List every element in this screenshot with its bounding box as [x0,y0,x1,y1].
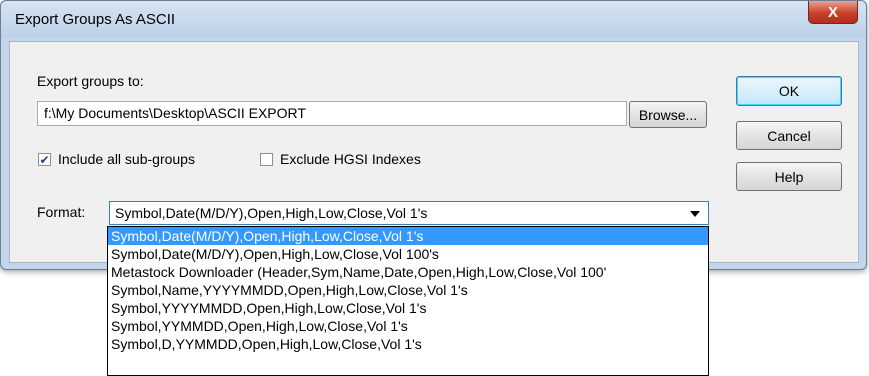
cancel-button[interactable]: Cancel [736,121,842,150]
format-option[interactable]: Symbol,Date(M/D/Y),Open,High,Low,Close,V… [108,227,708,245]
help-button[interactable]: Help [736,162,842,191]
exclude-hgsi-checkbox[interactable] [260,153,273,166]
format-selected-value: Symbol,Date(M/D/Y),Open,High,Low,Close,V… [115,205,428,221]
format-select[interactable]: Symbol,Date(M/D/Y),Open,High,Low,Close,V… [109,201,709,225]
format-dropdown-list[interactable]: Symbol,Date(M/D/Y),Open,High,Low,Close,V… [107,226,709,376]
format-option[interactable]: Symbol,D,YYMMDD,Open,High,Low,Close,Vol … [108,335,708,353]
export-groups-label: Export groups to: [37,73,144,89]
format-label: Format: [37,204,86,220]
dialog-title: Export Groups As ASCII [15,11,176,28]
chevron-down-icon[interactable] [690,211,700,217]
exclude-hgsi-label: Exclude HGSI Indexes [280,151,421,167]
ok-button[interactable]: OK [736,76,842,106]
format-option[interactable]: Symbol,YYYYMMDD,Open,High,Low,Close,Vol … [108,299,708,317]
close-icon[interactable]: X [808,1,858,24]
format-option[interactable]: Symbol,Date(M/D/Y),Open,High,Low,Close,V… [108,245,708,263]
export-path-field[interactable]: f:\My Documents\Desktop\ASCII EXPORT [37,101,627,126]
format-option[interactable]: Symbol,Name,YYYYMMDD,Open,High,Low,Close… [108,281,708,299]
browse-button[interactable]: Browse... [629,101,707,128]
format-option[interactable]: Symbol,YYMMDD,Open,High,Low,Close,Vol 1'… [108,317,708,335]
title-bar[interactable]: Export Groups As ASCII X [1,1,866,37]
format-option[interactable]: Metastock Downloader (Header,Sym,Name,Da… [108,263,708,281]
include-subgroups-checkbox[interactable]: ✔ [38,153,51,166]
include-subgroups-label: Include all sub-groups [58,151,195,167]
